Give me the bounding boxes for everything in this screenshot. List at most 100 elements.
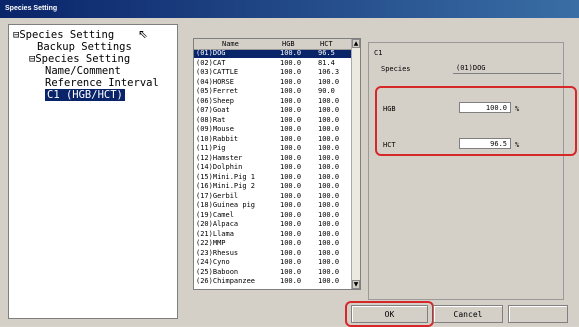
table-cell-name: (04)HORSE (196, 77, 234, 86)
table-cell-name: (18)Guinea pig (196, 201, 256, 209)
tree-item-name-comment[interactable]: Name/Comment (45, 65, 121, 77)
tree-item-c1-hgb-hct[interactable]: C1 (HGB/HCT) (45, 89, 125, 101)
table-cell-name: (06)Sheep (196, 96, 234, 105)
table-row[interactable]: (09)Mouse 100.0 100.0 (194, 125, 354, 134)
table-cell-hct: 100.0 (318, 248, 340, 257)
table-cell-name: (24)Cyno (196, 258, 230, 266)
ok-highlight (345, 301, 434, 327)
table-cell-hgb: 100.0 (280, 106, 302, 114)
column-header-hct[interactable]: HCT (320, 40, 333, 48)
window-title: Species Setting (0, 0, 579, 18)
table-cell-name: (03)CATTLE (196, 68, 239, 76)
table-cell-hgb: 100.0 (280, 229, 302, 238)
mouse-cursor-icon: ⇖ (138, 27, 149, 41)
table-cell-hct: 106.3 (318, 68, 340, 76)
table-cell-hct: 100.0 (318, 210, 340, 219)
table-row[interactable]: (06)Sheep 100.0 100.0 (194, 96, 354, 106)
table-cell-hct: 100.0 (318, 106, 340, 114)
table-row[interactable]: (08)Rat 100.0 100.0 (194, 115, 354, 125)
table-row[interactable]: (26)Chimpanzee 100.0 100.0 (194, 277, 354, 286)
table-row[interactable]: (11)Pig 100.0 100.0 (194, 144, 354, 153)
table-cell-hgb: 100.0 (280, 49, 302, 57)
species-list[interactable]: Name HGB HCT (01)DOG 100.0 96.5 (02)CAT 100.… (193, 38, 361, 290)
table-cell-name: (15)Mini.Pig 1 (196, 172, 256, 181)
table-cell-name: (20)Alpaca (196, 220, 239, 228)
table-cell-name: (25)Baboon (196, 267, 239, 276)
table-row[interactable]: (18)Guinea pig 100.0 100.0 (194, 201, 354, 210)
dialog-body: ⊟Species Setting Backup Settings ⊟Specie… (0, 18, 579, 327)
species-list-scrollbar[interactable]: ▲ ▼ (351, 39, 360, 289)
table-row[interactable]: (16)Mini.Pig 2 100.0 100.0 (194, 182, 354, 191)
table-cell-hct: 100.0 (318, 153, 340, 162)
table-row[interactable]: (20)Alpaca 100.0 100.0 (194, 220, 354, 229)
table-cell-hct: 100.0 (318, 267, 340, 276)
table-cell-hgb: 100.0 (280, 77, 302, 86)
table-cell-hgb: 100.0 (280, 125, 302, 133)
table-cell-hgb: 100.0 (280, 267, 302, 276)
table-cell-hct: 100.0 (318, 201, 340, 209)
settings-tree: ⊟Species Setting Backup Settings ⊟Specie… (8, 24, 178, 319)
table-cell-hct: 100.0 (318, 163, 340, 171)
scroll-down-icon[interactable]: ▼ (352, 280, 360, 289)
c1-settings-group: C1 Species (01)DOG HGB 100.0 % HCT 96.5 … (368, 42, 564, 300)
table-cell-name: (01)DOG (196, 49, 226, 57)
table-row[interactable]: (02)CAT 100.0 81.4 (194, 58, 354, 68)
table-cell-name: (22)MMP (196, 239, 226, 247)
column-header-hgb[interactable]: HGB (282, 40, 295, 48)
table-cell-hgb: 100.0 (280, 115, 302, 124)
table-row[interactable]: (14)Dolphin 100.0 100.0 (194, 163, 354, 172)
table-cell-hct: 100.0 (318, 96, 340, 105)
table-row[interactable]: (03)CATTLE 100.0 106.3 (194, 68, 354, 77)
table-row[interactable]: (23)Rhesus 100.0 100.0 (194, 248, 354, 258)
table-row[interactable]: (21)Llama 100.0 100.0 (194, 229, 354, 239)
table-cell-hct: 100.0 (318, 125, 340, 133)
table-row[interactable]: (10)Rabbit 100.0 100.0 (194, 135, 354, 144)
group-title: C1 (374, 49, 383, 57)
table-cell-hgb: 100.0 (280, 96, 302, 105)
table-cell-hgb: 100.0 (280, 258, 302, 266)
table-row[interactable]: (22)MMP 100.0 100.0 (194, 239, 354, 248)
table-cell-hgb: 100.0 (280, 220, 302, 228)
table-cell-name: (16)Mini.Pig 2 (196, 182, 256, 190)
table-cell-hct: 100.0 (318, 77, 340, 86)
table-cell-hgb: 100.0 (280, 68, 302, 76)
table-row[interactable]: (25)Baboon 100.0 100.0 (194, 267, 354, 277)
table-cell-name: (17)Gerbil (196, 191, 239, 200)
table-cell-name: (21)Llama (196, 229, 234, 238)
tree-item-species-setting[interactable]: ⊟Species Setting (29, 53, 130, 65)
table-cell-hct: 100.0 (318, 258, 340, 266)
table-cell-hgb: 100.0 (280, 182, 302, 190)
table-row[interactable]: (15)Mini.Pig 1 100.0 100.0 (194, 172, 354, 182)
table-cell-name: (14)Dolphin (196, 163, 243, 171)
table-row[interactable]: (24)Cyno 100.0 100.0 (194, 258, 354, 267)
table-cell-hct: 100.0 (318, 239, 340, 247)
cancel-button[interactable]: Cancel (433, 305, 503, 323)
apply-button[interactable] (508, 305, 568, 323)
table-row[interactable]: (04)HORSE 100.0 100.0 (194, 77, 354, 87)
table-row[interactable]: (05)Ferret 100.0 90.0 (194, 87, 354, 96)
table-cell-name: (12)Hamster (196, 153, 243, 162)
table-cell-hgb: 100.0 (280, 58, 302, 67)
table-row[interactable]: (01)DOG 100.0 96.5 (194, 49, 354, 58)
table-row[interactable]: (07)Goat 100.0 100.0 (194, 106, 354, 115)
species-value: (01)DOG (453, 63, 561, 74)
table-cell-name: (07)Goat (196, 106, 230, 114)
hgb-hct-highlight (375, 86, 577, 156)
table-cell-name: (23)Rhesus (196, 248, 239, 257)
table-cell-name: (11)Pig (196, 144, 226, 152)
table-row[interactable]: (12)Hamster 100.0 100.0 (194, 153, 354, 163)
tree-item-backup-settings[interactable]: Backup Settings (37, 41, 132, 53)
tree-item-species-setting-root[interactable]: ⊟Species Setting (13, 29, 114, 41)
table-cell-name: (09)Mouse (196, 125, 234, 133)
table-row[interactable]: (19)Camel 100.0 100.0 (194, 210, 354, 220)
table-cell-hgb: 100.0 (280, 144, 302, 152)
table-cell-hct: 96.5 (318, 49, 335, 57)
column-header-name[interactable]: Name (222, 40, 239, 48)
table-cell-hct: 100.0 (318, 182, 340, 190)
table-cell-hct: 100.0 (318, 172, 340, 181)
table-row[interactable]: (17)Gerbil 100.0 100.0 (194, 191, 354, 201)
scroll-up-icon[interactable]: ▲ (352, 39, 360, 48)
table-cell-hgb: 100.0 (280, 201, 302, 209)
tree-item-reference-interval[interactable]: Reference Interval (45, 77, 159, 89)
table-cell-name: (08)Rat (196, 115, 226, 124)
